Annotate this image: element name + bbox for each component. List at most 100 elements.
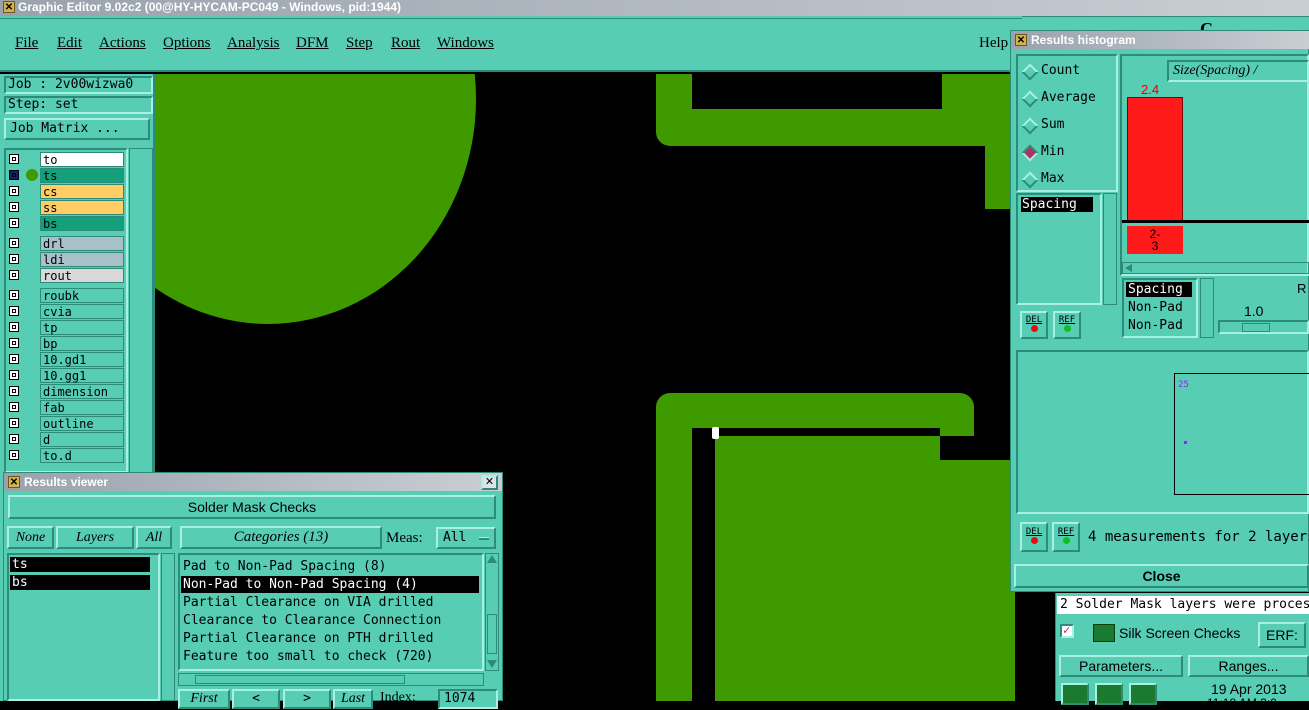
job-matrix-button[interactable]: Job Matrix ... xyxy=(4,118,150,140)
layer-checkbox[interactable] xyxy=(9,306,19,316)
range-slider[interactable] xyxy=(1218,320,1309,334)
option-count[interactable]: Count xyxy=(1018,63,1114,81)
last-button[interactable]: Last xyxy=(333,689,373,709)
categories-scrollbar[interactable] xyxy=(485,553,499,671)
none-button[interactable]: None xyxy=(7,526,54,549)
layers-list-scrollbar[interactable] xyxy=(161,553,175,701)
layer-row-to.d[interactable]: to.d xyxy=(6,448,124,463)
option-max[interactable]: Max xyxy=(1018,171,1114,189)
radio-diamond-icon[interactable] xyxy=(1021,90,1039,108)
layer-row-to[interactable]: to xyxy=(6,152,124,167)
histogram-bin-label[interactable]: 2- 3 xyxy=(1127,226,1183,254)
histogram-close-button[interactable]: Close xyxy=(1014,564,1309,588)
layer-checkbox[interactable] xyxy=(9,418,19,428)
layer-checkbox[interactable] xyxy=(9,370,19,380)
run-tool-2-icon[interactable] xyxy=(1095,683,1123,705)
layer-checkbox[interactable] xyxy=(9,238,19,248)
menu-step[interactable]: Step xyxy=(346,35,373,52)
layer-checkbox[interactable] xyxy=(9,386,19,396)
layer-row-bp[interactable]: bp xyxy=(6,336,124,351)
layers-button[interactable]: Layers xyxy=(56,526,134,549)
hscroll-thumb[interactable] xyxy=(195,675,405,684)
category-item[interactable]: Partial Clearance on VIA drilled xyxy=(181,594,433,611)
radio-diamond-icon[interactable] xyxy=(1021,63,1039,81)
layer-checkbox[interactable] xyxy=(9,154,19,164)
silk-check-toggle[interactable]: ✓ xyxy=(1060,623,1074,638)
layer-row-cs[interactable]: cs xyxy=(6,184,124,199)
layer-checkbox[interactable] xyxy=(9,322,19,332)
histogram-bar[interactable] xyxy=(1127,97,1183,221)
layer-row-fab[interactable]: fab xyxy=(6,400,124,415)
scroll-thumb[interactable] xyxy=(487,614,497,654)
layer-checkbox[interactable] xyxy=(9,254,19,264)
layer-item-bs[interactable]: bs xyxy=(10,575,150,590)
layer-checkbox[interactable] xyxy=(9,338,19,348)
menu-dfm[interactable]: DFM xyxy=(296,35,329,52)
preview-del-button[interactable]: DEL xyxy=(1020,522,1048,552)
categories-list-box[interactable]: Pad to Non-Pad Spacing (8) Non-Pad to Non… xyxy=(178,553,484,671)
layer-checkbox[interactable] xyxy=(9,202,19,212)
layer-row-d[interactable]: d xyxy=(6,432,124,447)
filter-list-scrollbar[interactable] xyxy=(1200,278,1214,338)
menu-windows[interactable]: Windows xyxy=(437,35,494,52)
scroll-up-arrow-icon[interactable] xyxy=(487,555,497,563)
layer-checkbox[interactable] xyxy=(9,290,19,300)
layer-row-dimension[interactable]: dimension xyxy=(6,384,124,399)
histogram-hscrollbar[interactable] xyxy=(1122,262,1309,274)
layer-row-roubk[interactable]: roubk xyxy=(6,288,124,303)
range-slider-thumb[interactable] xyxy=(1242,323,1270,332)
all-layers-button[interactable]: All xyxy=(136,526,172,549)
filter-item-nonpad-2[interactable]: Non-Pad xyxy=(1126,318,1183,333)
index-input[interactable]: 1074 xyxy=(438,689,498,709)
layer-row-ts[interactable]: ts xyxy=(6,168,124,183)
menu-options[interactable]: Options xyxy=(163,35,211,52)
layer-row-10.gg1[interactable]: 10.gg1 xyxy=(6,368,124,383)
categories-hscrollbar[interactable] xyxy=(178,673,484,686)
option-average[interactable]: Average xyxy=(1018,90,1114,108)
layer-checkbox[interactable] xyxy=(9,450,19,460)
layer-row-ldi[interactable]: ldi xyxy=(6,252,124,267)
categories-button[interactable]: Categories (13) xyxy=(180,526,382,549)
run-tool-1-icon[interactable] xyxy=(1061,683,1089,705)
preview-ref-button[interactable]: REF xyxy=(1052,522,1080,552)
radio-diamond-icon[interactable] xyxy=(1021,144,1039,162)
measure-del-button[interactable]: DEL xyxy=(1020,311,1048,339)
filter-item-nonpad-1[interactable]: Non-Pad xyxy=(1126,300,1183,315)
scroll-down-arrow-icon[interactable] xyxy=(487,660,497,668)
histogram-preview[interactable]: 25 xyxy=(1016,350,1309,514)
layer-row-bs[interactable]: bs xyxy=(6,216,124,231)
layer-checkbox[interactable] xyxy=(9,434,19,444)
menu-rout[interactable]: Rout xyxy=(391,35,420,52)
layer-row-ss[interactable]: ss xyxy=(6,200,124,215)
next-button[interactable]: > xyxy=(283,689,331,709)
menu-help[interactable]: Help xyxy=(979,35,1008,52)
radio-diamond-icon[interactable] xyxy=(1021,171,1039,189)
menu-analysis[interactable]: Analysis xyxy=(227,35,280,52)
category-item[interactable]: Pad to Non-Pad Spacing (8) xyxy=(181,558,387,575)
layer-checkbox[interactable] xyxy=(9,218,19,228)
menu-file[interactable]: File xyxy=(15,35,38,52)
layer-row-outline[interactable]: outline xyxy=(6,416,124,431)
menu-edit[interactable]: Edit xyxy=(57,35,82,52)
category-item[interactable]: Non-Pad to Non-Pad Spacing (4) xyxy=(181,576,479,593)
first-button[interactable]: First xyxy=(178,689,230,709)
layer-checkbox[interactable] xyxy=(9,402,19,412)
layer-checkbox[interactable] xyxy=(9,186,19,196)
layer-row-cvia[interactable]: cvia xyxy=(6,304,124,319)
category-item[interactable]: Feature too small to check (720) xyxy=(181,648,433,665)
parameters-button[interactable]: Parameters... xyxy=(1059,655,1183,677)
measure-list-scrollbar[interactable] xyxy=(1103,193,1117,305)
layer-row-rout[interactable]: rout xyxy=(6,268,124,283)
menu-actions[interactable]: Actions xyxy=(99,35,146,52)
run-tool-3-icon[interactable] xyxy=(1129,683,1157,705)
results-viewer-close-button[interactable]: ✕ xyxy=(481,475,498,490)
radio-diamond-icon[interactable] xyxy=(1021,117,1039,135)
layer-checkbox[interactable] xyxy=(9,354,19,364)
layer-checkbox[interactable] xyxy=(9,270,19,280)
option-sum[interactable]: Sum xyxy=(1018,117,1114,135)
erf-button[interactable]: ERF: xyxy=(1258,622,1306,648)
measure-ref-button[interactable]: REF xyxy=(1053,311,1081,339)
layer-checkbox[interactable] xyxy=(9,170,19,180)
layer-item-ts[interactable]: ts xyxy=(10,557,150,572)
ranges-button[interactable]: Ranges... xyxy=(1188,655,1309,677)
